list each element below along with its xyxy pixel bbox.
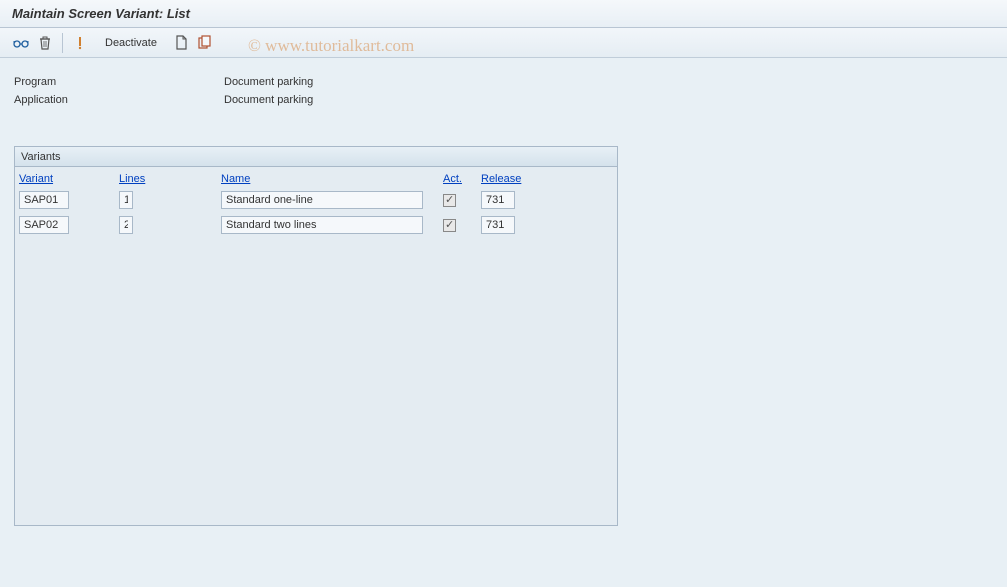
act-checkbox[interactable]: [443, 194, 456, 207]
copy-icon[interactable]: [195, 32, 217, 54]
table-row: [19, 214, 613, 236]
activate-icon[interactable]: [69, 32, 91, 54]
toolbar-separator: [62, 33, 63, 53]
program-row: Program Document parking: [14, 76, 993, 88]
variant-input[interactable]: [19, 216, 69, 234]
content-area: Program Document parking Application Doc…: [0, 58, 1007, 587]
variants-panel-title: Variants: [15, 147, 617, 167]
variant-input[interactable]: [19, 191, 69, 209]
program-label: Program: [14, 76, 224, 88]
title-bar: Maintain Screen Variant: List: [0, 0, 1007, 28]
column-header-variant[interactable]: Variant: [19, 173, 119, 185]
toolbar: Deactivate: [0, 28, 1007, 58]
column-header-act[interactable]: Act.: [443, 173, 481, 185]
deactivate-button[interactable]: Deactivate: [97, 32, 165, 54]
program-value: Document parking: [224, 76, 313, 88]
table-header: Variant Lines Name Act. Release: [15, 167, 617, 189]
lines-input[interactable]: [119, 216, 133, 234]
glasses-icon[interactable]: [10, 32, 32, 54]
column-header-lines[interactable]: Lines: [119, 173, 221, 185]
column-header-release[interactable]: Release: [481, 173, 541, 185]
table-body: [15, 189, 617, 236]
application-row: Application Document parking: [14, 94, 993, 106]
name-input[interactable]: [221, 216, 423, 234]
application-value: Document parking: [224, 94, 313, 106]
act-checkbox[interactable]: [443, 219, 456, 232]
lines-input[interactable]: [119, 191, 133, 209]
create-icon[interactable]: [171, 32, 193, 54]
page-title: Maintain Screen Variant: List: [12, 6, 190, 21]
release-input[interactable]: [481, 191, 515, 209]
release-input[interactable]: [481, 216, 515, 234]
application-label: Application: [14, 94, 224, 106]
trash-icon[interactable]: [34, 32, 56, 54]
table-row: [19, 189, 613, 211]
column-header-name[interactable]: Name: [221, 173, 443, 185]
variants-panel: Variants Variant Lines Name Act. Release: [14, 146, 618, 526]
name-input[interactable]: [221, 191, 423, 209]
